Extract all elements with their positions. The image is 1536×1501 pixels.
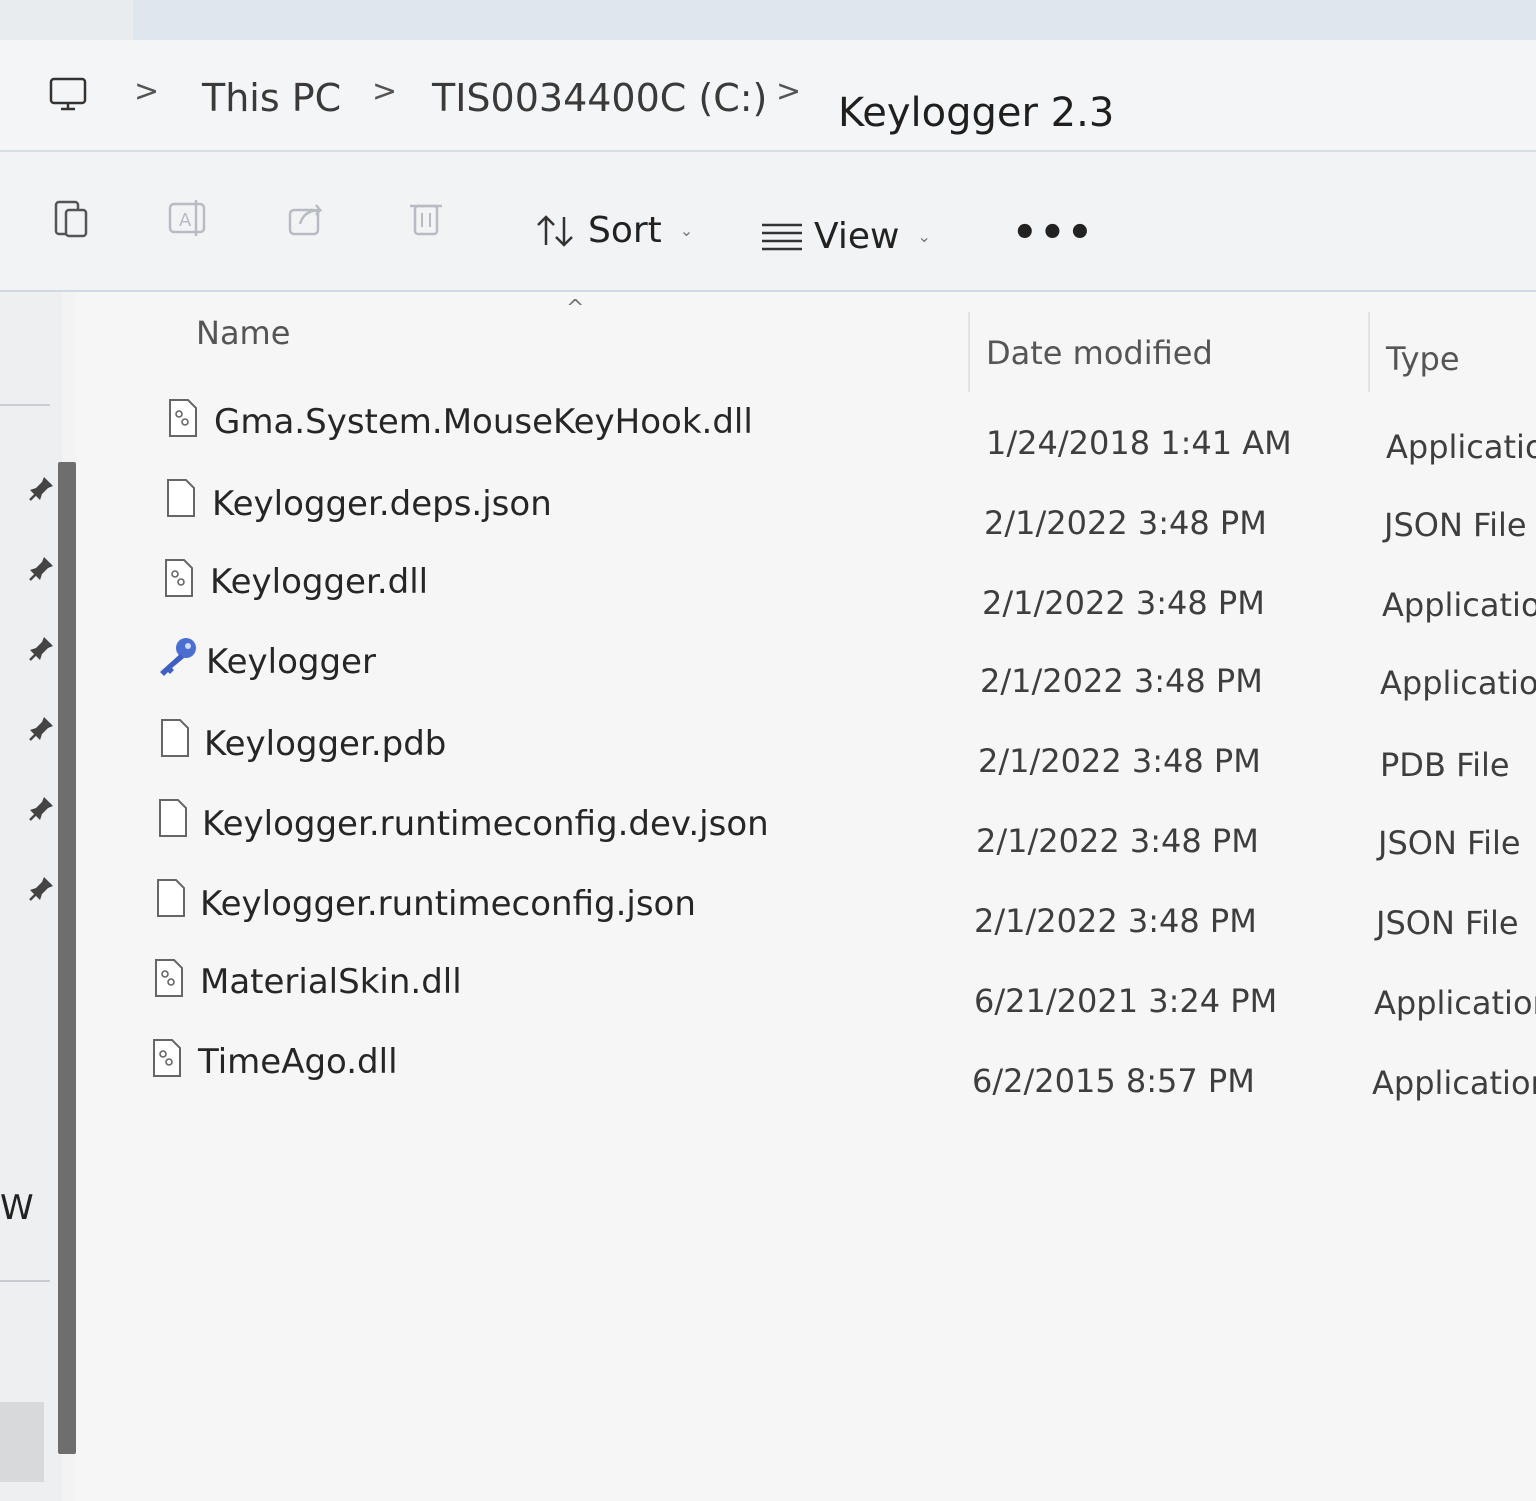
column-header-name[interactable]: Name [196,314,290,352]
column-header-date[interactable]: Date modified [986,334,1213,372]
file-row[interactable]: TimeAgo.dll 6/2/2015 8:57 PM Application [76,1028,1536,1108]
file-name[interactable]: Keylogger.pdb [204,724,446,764]
file-row[interactable]: Keylogger.runtimeconfig.dev.json 2/1/202… [76,788,1536,868]
chevron-down-icon: ⌄ [679,221,694,240]
address-bar[interactable]: > This PC > TIS0034400C (C:) > Keylogger… [0,40,1536,152]
view-lines-icon [762,223,802,250]
more-options-icon[interactable]: ••• [1012,210,1095,256]
pin-icon[interactable] [28,714,56,742]
view-button[interactable]: View ⌄ [762,216,931,257]
file-date: 6/21/2021 3:24 PM [974,982,1278,1020]
file-name[interactable]: MaterialSkin.dll [200,962,462,1002]
file-list: Name ^ Date modified Type Gma.System.Mou… [76,292,1536,1501]
pin-icon[interactable] [28,634,56,662]
blank-file-icon [157,879,185,917]
dll-file-icon [165,559,193,597]
file-type: Applicatio [1382,586,1536,624]
file-date: 2/1/2022 3:48 PM [976,822,1259,860]
command-bar: A Sort ⌄ View ⌄ ••• [0,152,1536,292]
file-date: 2/1/2022 3:48 PM [982,584,1265,622]
share-icon[interactable] [286,196,330,240]
pin-icon[interactable] [28,794,56,822]
breadcrumb-drive[interactable]: TIS0034400C (C:) [432,76,767,120]
file-type: Application [1374,984,1536,1022]
file-row[interactable]: Gma.System.MouseKeyHook.dll 1/24/2018 1:… [76,388,1536,468]
view-label: View [814,216,900,257]
file-type: Applicatio [1380,664,1536,702]
file-type: PDB File [1380,746,1510,784]
this-pc-icon[interactable] [48,74,88,114]
file-row[interactable]: MaterialSkin.dll 6/21/2021 3:24 PM Appli… [76,948,1536,1028]
file-type: JSON File [1378,824,1521,862]
file-name[interactable]: Keylogger [206,642,376,682]
file-row[interactable]: Keylogger.runtimeconfig.json 2/1/2022 3:… [76,868,1536,948]
column-header-type[interactable]: Type [1386,340,1460,378]
sort-ascending-icon: ^ [566,296,585,321]
sort-arrows-icon [537,214,573,247]
breadcrumb-this-pc[interactable]: This PC [202,76,341,120]
breadcrumb-separator-icon[interactable]: > [776,74,801,109]
nav-divider [0,1280,50,1282]
file-name[interactable]: Keylogger.runtimeconfig.dev.json [202,804,769,844]
chevron-down-icon: ⌄ [917,227,931,246]
file-name[interactable]: Keylogger.dll [210,562,428,602]
pane-splitter[interactable] [58,462,76,1454]
breadcrumb-separator-icon[interactable]: > [372,74,397,109]
delete-icon[interactable] [404,196,448,240]
breadcrumb-separator-icon[interactable]: > [134,74,159,109]
file-date: 1/24/2018 1:41 AM [986,424,1292,462]
nav-item-partial-label[interactable]: W [0,1188,34,1228]
nav-divider [0,404,50,406]
nav-selected-item[interactable] [0,1402,44,1482]
dll-file-icon [155,959,183,997]
blank-file-icon [159,799,187,837]
pin-icon[interactable] [28,874,56,902]
file-date: 2/1/2022 3:48 PM [978,742,1261,780]
file-name[interactable]: Keylogger.runtimeconfig.json [200,884,696,924]
file-row[interactable]: Keylogger.pdb 2/1/2022 3:48 PM PDB File [76,708,1536,788]
paste-icon[interactable] [50,196,94,240]
dll-file-icon [169,399,197,437]
file-name[interactable]: Keylogger.deps.json [212,484,552,524]
file-name[interactable]: TimeAgo.dll [198,1042,398,1082]
pin-icon[interactable] [28,474,56,502]
file-date: 2/1/2022 3:48 PM [980,662,1263,700]
column-separator[interactable] [968,312,970,392]
file-date: 6/2/2015 8:57 PM [972,1062,1255,1100]
file-date: 2/1/2022 3:48 PM [974,902,1257,940]
file-row[interactable]: Keylogger 2/1/2022 3:48 PM Applicatio [76,628,1536,708]
blank-file-icon [167,479,195,517]
file-type: JSON File [1376,904,1519,942]
file-row[interactable]: Keylogger.deps.json 2/1/2022 3:48 PM JSO… [76,468,1536,548]
pin-icon[interactable] [28,554,56,582]
breadcrumb-current-folder[interactable]: Keylogger 2.3 [838,90,1114,136]
navigation-pane: W [0,292,62,1501]
file-date: 2/1/2022 3:48 PM [984,504,1267,542]
file-type: Application [1372,1064,1536,1102]
file-row[interactable]: Keylogger.dll 2/1/2022 3:48 PM Applicati… [76,548,1536,628]
file-type: JSON File [1384,506,1527,544]
key-app-icon [160,638,196,676]
dll-file-icon [153,1039,181,1077]
svg-text:A: A [179,210,192,231]
file-type: Applicatio [1386,428,1536,466]
sort-label: Sort [588,210,662,251]
blank-file-icon [161,719,189,757]
column-separator[interactable] [1368,312,1370,392]
rename-icon[interactable]: A [166,196,210,240]
sort-button[interactable]: Sort ⌄ [534,210,693,251]
file-name[interactable]: Gma.System.MouseKeyHook.dll [214,402,753,442]
